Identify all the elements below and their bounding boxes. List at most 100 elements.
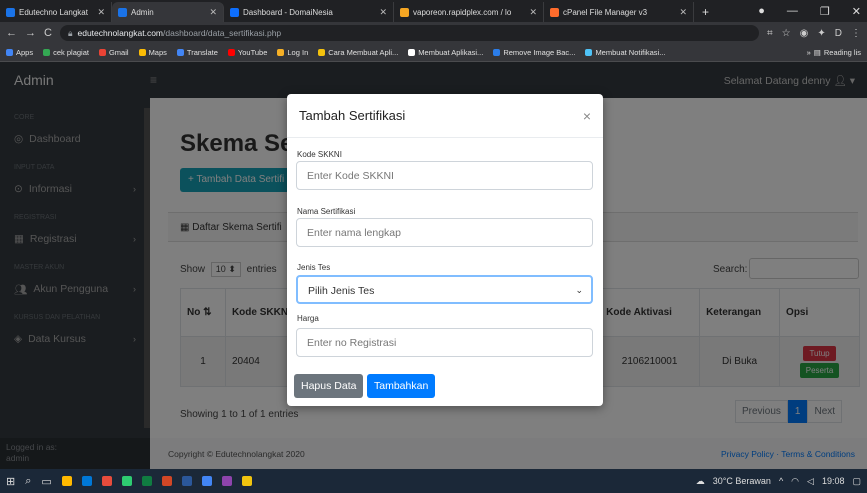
bookmark-item[interactable]: Remove Image Bac... [493, 48, 575, 57]
taskbar-app-icon[interactable] [101, 476, 112, 486]
taskbar-app-icon[interactable] [81, 476, 92, 486]
reading-list-icon: ▤ [813, 48, 821, 57]
browser-tab[interactable]: Edutechno Langkat ✕ [0, 2, 112, 22]
maximize-icon[interactable]: ❐ [820, 5, 830, 18]
bookmark-item[interactable]: Maps [138, 48, 167, 57]
bookmark-icon [318, 49, 326, 56]
kode-skkni-input[interactable]: Enter Kode SKKNI [296, 161, 593, 190]
bookmark-icon [493, 49, 501, 56]
browser-tab[interactable]: Dashboard - DomaiNesia ✕ [224, 2, 394, 22]
maps-icon [138, 49, 146, 56]
apps-icon [6, 49, 13, 56]
bookmark-item[interactable]: Translate [176, 48, 218, 57]
avatar-icon[interactable]: D [835, 28, 842, 39]
github-icon [408, 49, 416, 56]
task-view-icon[interactable]: ▭ [41, 475, 51, 488]
bookmark-item[interactable]: Cara Membuat Apli... [318, 48, 398, 57]
kode-label: Kode SKKNI [297, 150, 342, 159]
bookmark-icon [43, 49, 51, 56]
taskbar-app-icon[interactable] [221, 476, 232, 486]
extensions-area: ⌗ ☆ ◉ ✦ D ⋮ [767, 28, 861, 39]
star-icon[interactable]: ☆ [782, 28, 791, 39]
hapus-data-button[interactable]: Hapus Data [294, 374, 364, 398]
tab-label: Admin [131, 7, 154, 17]
tab-favicon-icon [6, 7, 15, 17]
translate-icon[interactable]: ⌗ [767, 28, 773, 39]
browser-tab[interactable]: cPanel File Manager v3 ✕ [544, 2, 694, 22]
url-field[interactable]: 🔒︎ edutechnolangkat.com/dashboard/data_s… [59, 25, 760, 41]
notification-icon[interactable]: ▢ [852, 476, 861, 487]
tab-close-icon[interactable]: ✕ [529, 7, 537, 18]
weather-text[interactable]: 30°C Berawan [713, 476, 771, 486]
bookmark-icon [585, 49, 593, 56]
url-path: /dashboard/data_sertifikasi.php [163, 28, 282, 38]
volume-icon[interactable]: ◁ [807, 476, 814, 487]
taskbar-app-icon[interactable] [121, 476, 132, 486]
lock-icon: 🔒︎ [67, 27, 73, 38]
tab-label: cPanel File Manager v3 [563, 7, 648, 17]
clock[interactable]: 19:08 [822, 476, 845, 486]
modal-header: Tambah Sertifikasi × [287, 94, 603, 138]
forward-icon[interactable]: → [25, 27, 36, 39]
bookmark-item[interactable]: Apps [6, 48, 33, 57]
bookmarks-bar: Apps cek plagiat Gmail Maps Translate Yo… [0, 44, 867, 62]
menu-icon[interactable]: ⋮ [851, 28, 861, 39]
modal-title: Tambah Sertifikasi [299, 108, 406, 123]
system-tray: ☁ 30°C Berawan ^ ◠ ◁ 19:08 ▢ [696, 476, 861, 487]
tab-label: vaporeon.rapidplex.com / lo [413, 7, 512, 17]
os-taskbar: ⊞ ⌕ ▭ ☁ 30°C Berawan ^ ◠ ◁ 19:08 ▢ [0, 469, 867, 493]
weather-icon[interactable]: ☁ [696, 476, 705, 487]
tab-close-icon[interactable]: ✕ [97, 7, 105, 18]
taskbar-app-icon[interactable] [201, 476, 212, 486]
windows-start-icon[interactable]: ⊞ [6, 475, 15, 488]
bookmark-item[interactable]: Membuat Notifikasi... [585, 48, 665, 57]
bookmark-icon [277, 49, 285, 56]
tab-favicon-icon [118, 7, 127, 17]
address-bar-row: ← → C 🔒︎ edutechnolangkat.com/dashboard/… [0, 22, 867, 44]
harga-input[interactable]: Enter no Registrasi [296, 328, 593, 357]
taskbar-app-icon[interactable] [181, 476, 192, 486]
tray-chevron-icon[interactable]: ^ [779, 476, 783, 486]
search-icon[interactable]: ⌕ [25, 475, 31, 488]
browser-tab[interactable]: vaporeon.rapidplex.com / lo ✕ [394, 2, 544, 22]
translate-icon [176, 49, 184, 56]
tab-close-icon[interactable]: ✕ [209, 7, 217, 18]
network-icon[interactable]: ◠ [791, 476, 799, 487]
profile-icon[interactable]: ● [758, 5, 765, 17]
taskbar-app-icon[interactable] [141, 476, 152, 486]
jenis-tes-select[interactable]: Pilih Jenis Tes ⌄ [296, 275, 593, 304]
bookmark-item[interactable]: cek plagiat [43, 48, 89, 57]
bookmark-item[interactable]: YouTube [227, 48, 267, 57]
reading-list[interactable]: » ▤ Reading lis [807, 48, 861, 57]
taskbar-app-icon[interactable] [161, 476, 172, 486]
back-icon[interactable]: ← [6, 27, 17, 39]
bookmark-item[interactable]: Log In [277, 48, 308, 57]
tab-favicon-icon [230, 7, 239, 17]
taskbar-app-icon[interactable] [241, 476, 252, 486]
youtube-icon [227, 49, 235, 56]
tambahkan-button[interactable]: Tambahkan [367, 374, 436, 398]
tab-close-icon[interactable]: ✕ [679, 7, 687, 18]
new-tab-button[interactable]: + [694, 2, 717, 22]
tambah-sertifikasi-modal: Tambah Sertifikasi × Kode SKKNI Enter Ko… [287, 94, 603, 406]
close-icon[interactable]: × [583, 108, 591, 124]
browser-tab-active[interactable]: Admin ✕ [112, 2, 224, 22]
gmail-icon [98, 49, 106, 56]
puzzle-icon[interactable]: ✦ [817, 28, 825, 39]
chevron-right-icon: » [806, 48, 811, 57]
harga-label: Harga [297, 314, 319, 323]
close-window-icon[interactable]: ✕ [852, 5, 861, 18]
nama-sertifikasi-input[interactable]: Enter nama lengkap [296, 218, 593, 247]
tab-close-icon[interactable]: ✕ [379, 7, 387, 18]
minimize-icon[interactable]: — [787, 5, 798, 17]
jenis-label: Jenis Tes [297, 263, 331, 272]
reload-icon[interactable]: C [44, 27, 52, 39]
window-controls: ● — ❐ ✕ [758, 0, 867, 22]
taskbar-app-icon[interactable] [61, 476, 72, 486]
tab-label: Edutechno Langkat [19, 7, 88, 17]
chevron-down-icon: ⌄ [575, 285, 583, 295]
extension-icon[interactable]: ◉ [800, 28, 809, 39]
tab-label: Dashboard - DomaiNesia [243, 7, 333, 17]
bookmark-item[interactable]: Membuat Aplikasi... [408, 48, 483, 57]
bookmark-item[interactable]: Gmail [98, 48, 129, 57]
